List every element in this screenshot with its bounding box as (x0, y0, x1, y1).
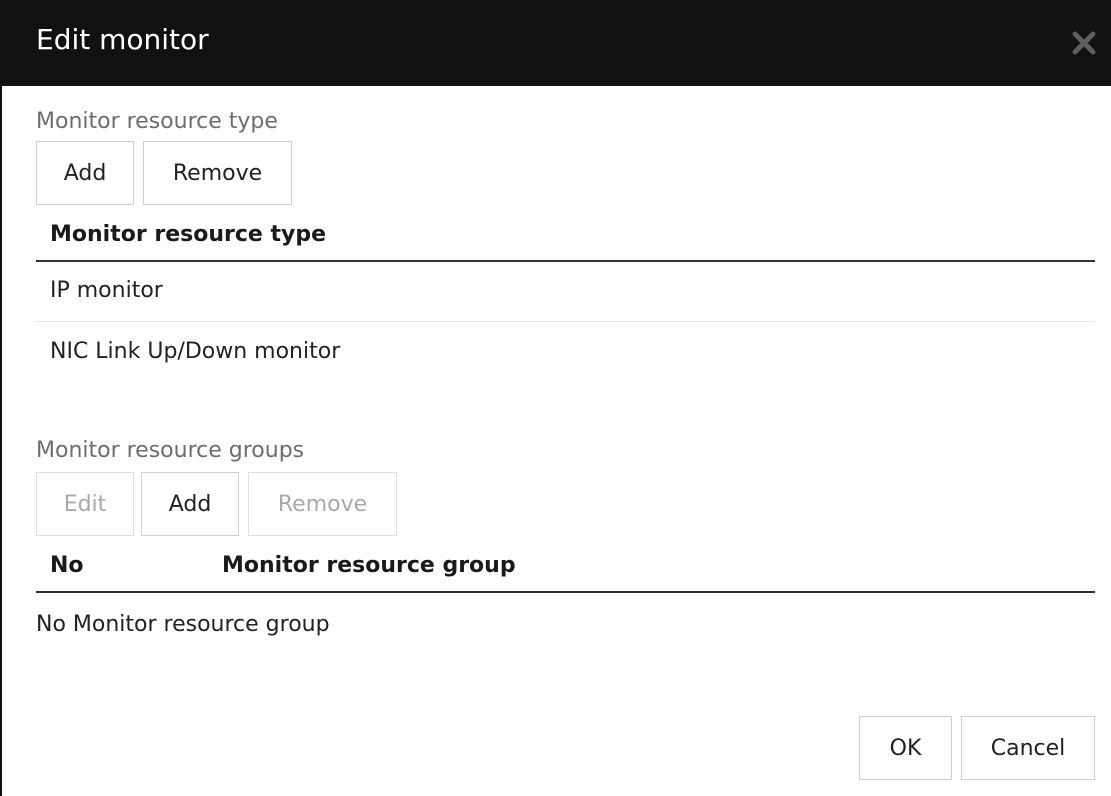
type-row-label: IP monitor (50, 278, 163, 303)
group-table-header: No Monitor resource group (36, 549, 1095, 593)
remove-type-button[interactable]: Remove (143, 141, 292, 205)
ok-button[interactable]: OK (859, 716, 952, 780)
type-table-row[interactable]: IP monitor (36, 262, 1095, 322)
type-row-label: NIC Link Up/Down monitor (50, 339, 341, 364)
dialog-titlebar: Edit monitor (0, 0, 1111, 86)
cancel-button[interactable]: Cancel (961, 716, 1095, 780)
monitor-resource-type-label: Monitor resource type (36, 109, 278, 134)
type-table-row[interactable]: NIC Link Up/Down monitor (36, 323, 1095, 383)
group-column-header: Monitor resource group (222, 553, 516, 578)
remove-group-button[interactable]: Remove (248, 472, 397, 536)
group-empty-text: No Monitor resource group (36, 612, 330, 637)
group-empty-row: No Monitor resource group (36, 596, 1095, 656)
no-column-header: No (50, 553, 84, 578)
dialog-title: Edit monitor (36, 23, 209, 56)
edit-group-button[interactable]: Edit (36, 472, 134, 536)
dialog-left-border (0, 86, 2, 796)
add-type-button[interactable]: Add (36, 141, 134, 205)
type-column-header: Monitor resource type (50, 222, 326, 247)
type-table-header: Monitor resource type (36, 218, 1095, 262)
monitor-resource-groups-label: Monitor resource groups (36, 438, 305, 463)
close-icon[interactable] (1067, 26, 1101, 60)
add-group-button[interactable]: Add (141, 472, 239, 536)
close-icon-glyph (1072, 31, 1096, 55)
